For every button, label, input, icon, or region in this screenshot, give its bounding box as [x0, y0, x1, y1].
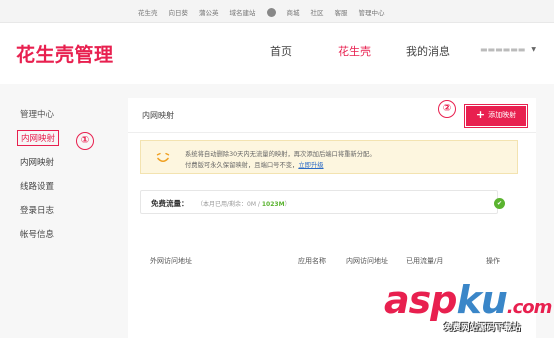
top-link-bar: 花生壳 向日葵 蒲公英 域名建站 商城 社区 客服 管理中心	[0, 0, 554, 22]
header: 花生壳管理 首页 花生壳 我的消息 ▬▬▬▬▬▬ ▼	[0, 22, 554, 84]
sidebar-heading: 管理中心	[20, 110, 55, 120]
top-links: 花生壳 向日葵 蒲公英 域名建站 商城 社区 客服 管理中心	[138, 7, 396, 17]
nav-huashengke[interactable]: 花生壳	[338, 43, 371, 59]
column-header-app-name: 应用名称	[298, 257, 326, 265]
nav-home[interactable]: 首页	[270, 43, 292, 59]
divider	[128, 132, 536, 133]
mapping-table-header: 外网访问地址 应用名称 内网访问地址 已用流量/月 操作	[140, 253, 518, 269]
top-link-pugongying[interactable]: 蒲公英	[199, 7, 219, 17]
notice-text-line1: 系统将自动删除30天内无流量的映射，再次添加后端口将重新分配。	[185, 151, 376, 158]
nav-messages[interactable]: 我的消息	[406, 43, 450, 59]
sidebar-item-port-mapping[interactable]: 内网映射	[20, 156, 54, 168]
page-title: 内网映射	[142, 111, 174, 120]
notice-text-line2: 付费版可永久保留映射，且端口号不变，立即升级	[185, 160, 324, 169]
top-link-shop[interactable]: 商城	[287, 7, 300, 17]
sidebar-item-account-info[interactable]: 帐号信息	[20, 228, 54, 240]
smiley-icon	[156, 152, 170, 163]
watermark-com: .com	[506, 297, 553, 318]
sidebar-item-login-log[interactable]: 登录日志	[20, 204, 54, 216]
top-link-xiangrikui[interactable]: 向日葵	[169, 7, 189, 17]
upgrade-link[interactable]: 立即升级	[298, 162, 323, 169]
top-link-community[interactable]: 社区	[311, 7, 324, 17]
notice-banner: 系统将自动删除30天内无流量的映射，再次添加后端口将重新分配。 付费版可永久保留…	[140, 140, 518, 174]
notice-text-line2-main: 付费版可永久保留映射，且端口号不变，	[185, 162, 299, 169]
user-name: ▬▬▬▬▬▬	[480, 45, 526, 54]
sidebar-item-line-settings[interactable]: 线路设置	[20, 180, 54, 192]
add-mapping-label: 添加映射	[488, 111, 517, 119]
top-link-domain[interactable]: 域名建站	[230, 7, 256, 17]
logo[interactable]: 花生壳管理	[16, 40, 114, 67]
sidebar-item-port-mapping-active[interactable]: 内网映射	[17, 130, 60, 146]
weibo-icon[interactable]	[266, 7, 276, 17]
traffic-used: （本月已用/剩余：0M /	[197, 201, 260, 208]
traffic-quota: 1023M	[261, 201, 285, 208]
column-header-traffic: 已用流量/月	[406, 257, 444, 265]
column-header-internal-address: 内网访问地址	[346, 257, 388, 265]
column-header-external-address: 外网访问地址	[150, 257, 192, 265]
user-menu[interactable]: ▬▬▬▬▬▬ ▼	[480, 45, 536, 54]
top-link-huashengke[interactable]: 花生壳	[138, 7, 158, 17]
watermark-subtitle: 免费网站源码下载站	[444, 323, 521, 333]
watermark-asp: asp	[384, 278, 457, 322]
top-link-support[interactable]: 客服	[335, 7, 348, 17]
watermark-ku: ku	[456, 278, 507, 322]
traffic-detail-end: ）	[284, 201, 291, 208]
chevron-down-icon: ▼	[531, 46, 536, 53]
column-header-actions: 操作	[486, 257, 500, 265]
plus-icon: +	[475, 108, 486, 121]
traffic-detail: （本月已用/剩余：0M / 1023M）	[197, 199, 291, 208]
sidebar: 管理中心 内网映射 ① 内网映射 线路设置 登录日志 帐号信息	[0, 84, 120, 338]
traffic-label: 免费流量：	[151, 199, 189, 208]
add-mapping-button[interactable]: + 添加映射	[464, 104, 528, 128]
expand-toggle-icon[interactable]: ✔	[494, 198, 505, 209]
annotation-marker-2: ②	[438, 100, 456, 118]
annotation-marker-1: ①	[76, 132, 94, 150]
top-link-admin[interactable]: 管理中心	[359, 7, 385, 17]
free-traffic-box: 免费流量： （本月已用/剩余：0M / 1023M）	[140, 190, 498, 214]
